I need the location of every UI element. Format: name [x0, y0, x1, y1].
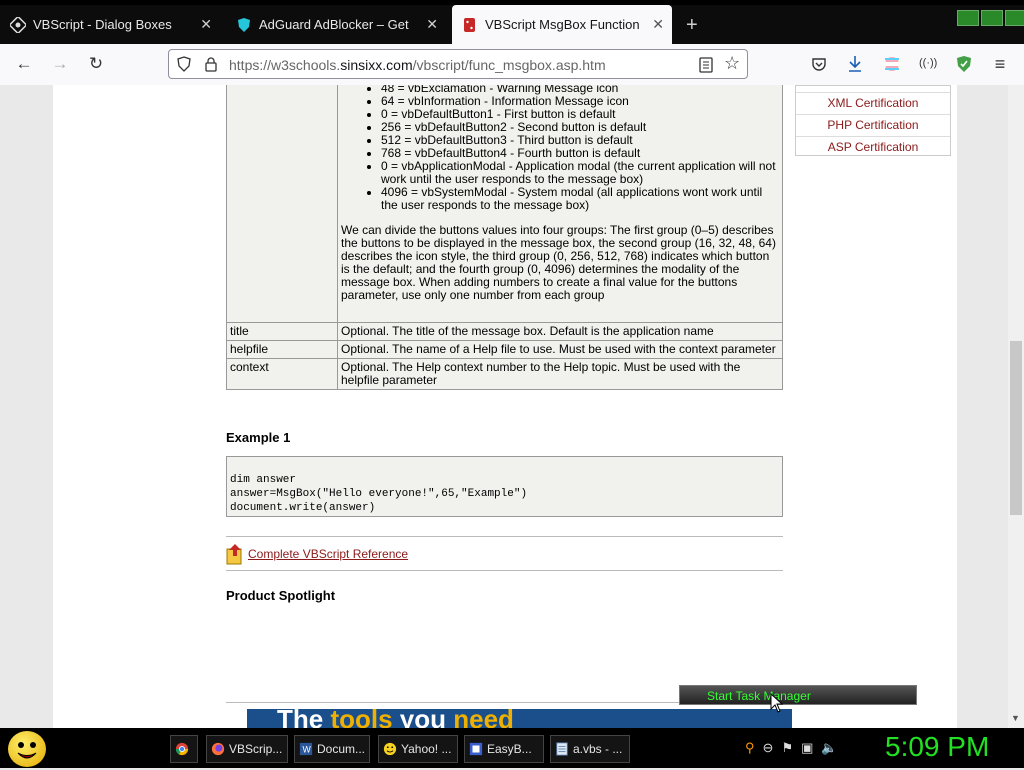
mouse-cursor-icon — [770, 693, 784, 713]
table-row: context Optional. The Help context numbe… — [226, 358, 783, 390]
flag-extension-icon[interactable] — [884, 56, 900, 72]
groups-description: We can divide the buttons values into fo… — [341, 223, 776, 302]
svg-text:W: W — [303, 745, 312, 755]
tab-label: VBScript MsgBox Function — [485, 17, 640, 32]
start-task-manager-tooltip[interactable]: Start Task Manager — [679, 685, 917, 705]
taskbar: VBScrip... W Docum... Yahoo! ... EasyB..… — [0, 728, 1024, 768]
vertical-scrollbar[interactable]: ▼ — [1008, 85, 1024, 728]
code-example: dim answer answer=MsgBox("Hello everyone… — [226, 456, 783, 517]
flag-icon[interactable]: ⚑ — [781, 740, 793, 756]
minus-circle-icon[interactable]: ⊖ — [763, 740, 774, 756]
dice-icon — [464, 17, 475, 32]
table-row: helpfile Optional. The name of a Help fi… — [226, 340, 783, 359]
page-viewport: 48 = vbExclamation - Warning Message ico… — [0, 85, 1008, 728]
complete-reference-link[interactable]: Complete VBScript Reference — [248, 547, 408, 561]
param-description-cell: Optional. The Help context number to the… — [337, 358, 783, 390]
reload-icon[interactable]: ↻ — [86, 54, 106, 74]
reference-link-row: Complete VBScript Reference — [226, 543, 408, 565]
taskbar-item-notepad[interactable]: a.vbs - ... — [550, 735, 630, 763]
taskbar-chrome[interactable] — [170, 735, 198, 763]
close-tab-icon[interactable]: ✕ — [200, 16, 212, 33]
notepad-icon — [556, 742, 568, 756]
taskbar-clock[interactable]: 5:09 PM — [885, 731, 989, 763]
adguard-shield-icon[interactable] — [956, 55, 972, 73]
lock-icon[interactable] — [204, 56, 218, 72]
close-window-button[interactable] — [1005, 10, 1024, 26]
param-description-cell: Optional. The title of the message box. … — [337, 322, 783, 341]
divider — [226, 536, 783, 537]
network-icon[interactable]: ▣ — [801, 740, 813, 756]
sidebar-item-asp[interactable]: ASP Certification — [796, 137, 950, 158]
forward-arrow-icon[interactable]: → — [50, 54, 70, 74]
window-controls — [957, 10, 1024, 26]
tab-label: AdGuard AdBlocker – Get this E — [259, 17, 409, 32]
volume-icon[interactable]: 🔈 — [821, 740, 837, 756]
w3schools-icon — [10, 16, 26, 33]
page-content: 48 = vbExclamation - Warning Message ico… — [53, 85, 957, 728]
bookmark-star-icon[interactable]: ☆ — [724, 53, 740, 74]
sidebar-item-xml[interactable]: XML Certification — [796, 93, 950, 115]
address-bar[interactable]: https://w3schools.sinsixx.com/vbscript/f… — [168, 49, 748, 79]
yahoo-smiley-icon — [383, 742, 397, 756]
easybits-icon — [469, 742, 483, 756]
reference-book-icon — [226, 544, 242, 565]
reader-view-icon[interactable] — [699, 57, 713, 73]
hamburger-menu-icon[interactable]: ≡ — [990, 54, 1010, 74]
shield-icon[interactable] — [176, 56, 192, 72]
taskbar-item-easyb[interactable]: EasyB... — [464, 735, 544, 763]
system-tray: ⚲ ⊖ ⚑ ▣ 🔈 — [745, 740, 838, 756]
product-spotlight-heading: Product Spotlight — [226, 588, 336, 603]
back-arrow-icon[interactable]: ← — [14, 54, 34, 74]
sidebar-item-partial — [796, 86, 950, 93]
scroll-down-arrow-icon[interactable]: ▼ — [1011, 713, 1020, 723]
list-item: 0 = vbApplicationModal - Application mod… — [381, 160, 779, 186]
start-button-smiley-icon[interactable] — [8, 731, 46, 767]
param-description-cell: Optional. The name of a Help file to use… — [337, 340, 783, 359]
download-icon[interactable] — [847, 55, 863, 73]
tab-msgbox-function[interactable]: VBScript MsgBox Function ✕ — [452, 5, 672, 44]
param-name-cell: title — [226, 322, 338, 341]
divider — [226, 570, 783, 571]
certifications-sidebar: XML Certification PHP Certification ASP … — [795, 85, 951, 156]
param-name-cell — [226, 85, 338, 323]
tab-adguard[interactable]: AdGuard AdBlocker – Get this E ✕ — [226, 5, 446, 44]
new-tab-icon[interactable]: + — [686, 14, 698, 37]
word-document-icon: W — [299, 742, 313, 756]
list-item: 4096 = vbSystemModal - System modal (all… — [381, 186, 779, 212]
ad-banner[interactable]: The tools you need — [247, 709, 792, 728]
firefox-icon — [211, 742, 225, 756]
minimize-button[interactable] — [957, 10, 979, 26]
audio-extension-icon[interactable]: ((·)) — [919, 57, 937, 69]
buttons-values-list: 48 = vbExclamation - Warning Message ico… — [341, 85, 779, 212]
tab-bar: VBScript - Dialog Boxes ✕ AdGuard AdBloc… — [0, 5, 1024, 44]
sidebar-item-php[interactable]: PHP Certification — [796, 115, 950, 137]
table-row: 48 = vbExclamation - Warning Message ico… — [226, 85, 783, 323]
chrome-icon — [175, 742, 189, 756]
scrollbar-thumb[interactable] — [1010, 341, 1022, 515]
adguard-icon — [238, 17, 250, 32]
param-description-cell: 48 = vbExclamation - Warning Message ico… — [337, 85, 783, 323]
close-tab-icon[interactable]: ✕ — [652, 16, 664, 33]
tab-dialog-boxes[interactable]: VBScript - Dialog Boxes ✕ — [0, 5, 220, 44]
taskbar-item-document[interactable]: W Docum... — [294, 735, 370, 763]
taskbar-item-vbscript[interactable]: VBScrip... — [206, 735, 288, 763]
maximize-button[interactable] — [981, 10, 1003, 26]
table-row: title Optional. The title of the message… — [226, 322, 783, 341]
param-name-cell: context — [226, 358, 338, 390]
parameters-table: 48 = vbExclamation - Warning Message ico… — [226, 85, 783, 390]
url-text[interactable]: https://w3schools.sinsixx.com/vbscript/f… — [229, 57, 606, 73]
taskbar-item-yahoo[interactable]: Yahoo! ... — [378, 735, 458, 763]
navigation-bar: ← → ↻ https://w3schools.sinsixx.com/vbsc… — [0, 44, 1024, 86]
param-name-cell: helpfile — [226, 340, 338, 359]
close-tab-icon[interactable]: ✕ — [426, 16, 438, 33]
pocket-icon[interactable] — [811, 56, 827, 72]
search-icon[interactable]: ⚲ — [745, 740, 755, 756]
example-heading: Example 1 — [226, 430, 291, 445]
tab-label: VBScript - Dialog Boxes — [33, 17, 172, 32]
